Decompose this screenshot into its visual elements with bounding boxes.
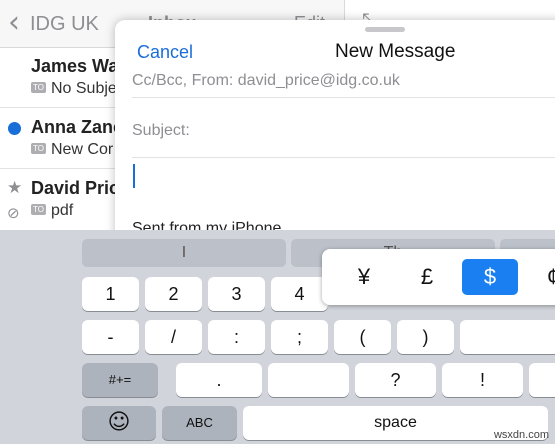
key-exclaim[interactable]: !	[442, 363, 523, 397]
cc-bcc-from-text: Cc/Bcc, From: david_price@idg.co.uk	[132, 72, 400, 89]
key-yen[interactable]: ¥	[336, 259, 392, 295]
key-4[interactable]: 4	[271, 277, 328, 311]
to-badge: TO	[31, 143, 46, 154]
text-caret	[133, 164, 135, 188]
key-period[interactable]: .	[176, 363, 262, 397]
key-1[interactable]: 1	[82, 277, 139, 311]
abc-key[interactable]: ABC	[162, 406, 237, 440]
message-subject: TO New Cor	[31, 141, 113, 159]
to-badge: TO	[31, 204, 46, 215]
star-icon: ★	[7, 178, 23, 198]
sheet-grabber[interactable]	[365, 27, 405, 32]
key-colon[interactable]: :	[208, 320, 265, 354]
key-3[interactable]: 3	[208, 277, 265, 311]
cc-bcc-from-field[interactable]: Cc/Bcc, From: david_price@idg.co.uk	[132, 64, 555, 98]
back-button[interactable]: IDG UK	[30, 13, 99, 36]
compose-sheet: Cancel New Message Cc/Bcc, From: david_p…	[115, 20, 555, 240]
message-subject: TO pdf	[31, 202, 73, 220]
paperclip-icon: ⊘	[7, 204, 20, 222]
sender-name: David Pric	[31, 178, 120, 198]
currency-popup: ¥ £ $ ¢	[322, 249, 555, 305]
key-more-symbols[interactable]: #+=	[82, 363, 158, 397]
key-blank[interactable]	[460, 320, 555, 354]
compose-title: New Message	[335, 41, 456, 62]
key-apostrophe[interactable]	[529, 363, 555, 397]
key-pound[interactable]: £	[399, 259, 455, 295]
watermark: wsxdn.com	[493, 429, 549, 441]
prediction-1[interactable]: I	[82, 239, 286, 267]
key-open-paren[interactable]: (	[334, 320, 391, 354]
key-close-paren[interactable]: )	[397, 320, 454, 354]
message-subject-text: pdf	[50, 202, 74, 219]
subject-label: Subject:	[132, 122, 190, 139]
message-subject-text: New Cor	[50, 141, 114, 158]
key-spare[interactable]	[268, 363, 349, 397]
key-hyphen[interactable]: -	[82, 320, 139, 354]
chevron-left-icon[interactable]: ‹	[8, 8, 20, 38]
sender-name: James Wa	[31, 56, 119, 76]
key-dollar[interactable]: $	[462, 259, 518, 295]
to-badge: TO	[31, 82, 46, 93]
message-subject: TO No Subje	[31, 80, 117, 98]
key-cent[interactable]: ¢	[525, 259, 555, 295]
unread-dot-icon	[8, 122, 21, 135]
key-semicolon[interactable]: ;	[271, 320, 328, 354]
sender-name: Anna Zanc	[31, 117, 124, 137]
subject-field[interactable]: Subject:	[132, 108, 555, 158]
emoji-key[interactable]: ☺	[82, 406, 156, 440]
message-subject-text: No Subje	[50, 80, 117, 97]
key-question[interactable]: ?	[355, 363, 436, 397]
key-slash[interactable]: /	[145, 320, 202, 354]
key-2[interactable]: 2	[145, 277, 202, 311]
cancel-button[interactable]: Cancel	[137, 42, 193, 63]
